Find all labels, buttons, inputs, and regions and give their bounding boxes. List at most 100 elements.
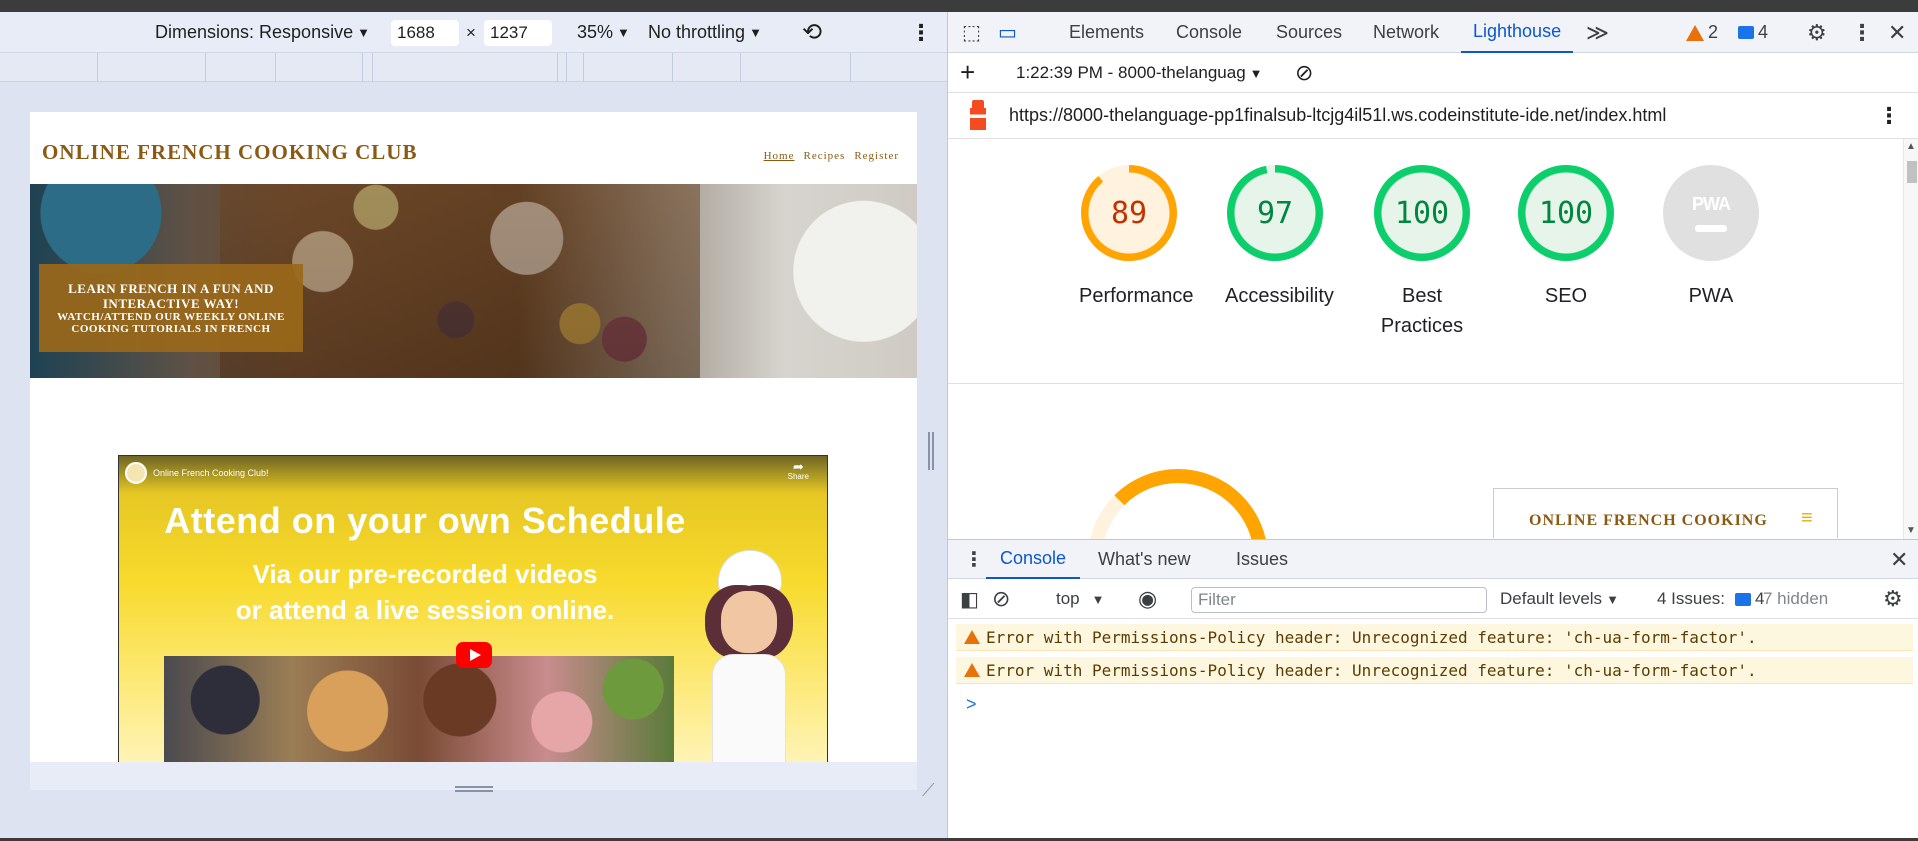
tab-lighthouse[interactable]: Lighthouse [1461,12,1574,53]
score-performance[interactable]: 89 Performance [1079,165,1194,311]
warning-icon [964,663,980,677]
chevron-down-icon: ▼ [1606,591,1619,607]
tab-console[interactable]: Console [1176,12,1242,53]
report-url-bar: https://8000-thelanguage-pp1finalsub-ltc… [948,93,1918,139]
width-input[interactable]: 1688 [391,19,459,46]
close-devtools-icon[interactable]: ✕ [1888,12,1906,53]
scroll-down-icon[interactable]: ▼ [1906,525,1916,536]
share-button[interactable]: ➦ Share [788,459,809,482]
media-query-ruler[interactable] [0,53,947,82]
hidden-count: 7 hidden [1763,589,1829,608]
hamburger-menu-icon: ≡ [1801,507,1813,529]
drawer-tab-console[interactable]: Console [986,540,1081,579]
more-tabs-icon[interactable]: ≫ [1586,12,1609,53]
height-field[interactable]: 1237 [484,12,552,53]
youtube-play-icon[interactable] [456,642,492,668]
chevron-down-icon: ▼ [1249,65,1263,81]
settings-gear-icon[interactable]: ⚙ [1807,12,1827,53]
video-food-image [164,656,674,762]
score-gauge: 100 [1374,165,1470,261]
scroll-up-icon[interactable]: ▲ [1906,141,1916,152]
sidebar-toggle-icon[interactable]: ◧ [960,579,979,619]
score-label: SEO [1544,285,1588,307]
report-selector[interactable]: 1:22:39 PM - 8000-thelanguag ▼ [1016,63,1263,83]
warning-icon [964,630,980,644]
inspect-element-icon[interactable]: ⬚ [962,12,981,53]
score-label: Performance [1079,285,1194,307]
dimensions-dropdown[interactable]: Dimensions: Responsive ▼ [155,12,370,53]
live-expression-eye-icon[interactable]: ◉ [1138,579,1157,619]
scrollbar-thumb[interactable] [1907,161,1917,183]
new-report-icon[interactable]: + [960,57,975,88]
tab-network[interactable]: Network [1373,12,1439,53]
score-accessibility[interactable]: 97 Accessibility [1225,165,1334,311]
share-icon: ➦ [792,459,804,474]
resize-handle-bottom[interactable] [455,786,493,792]
resize-corner-icon[interactable]: ⟋ [922,780,935,801]
hero-text-box: LEARN FRENCH IN A FUN AND INTERACTIVE WA… [39,264,303,352]
score-best-practices[interactable]: 100 Best Practices [1370,165,1474,341]
customize-menu-icon[interactable]: ⋮ [1851,12,1873,53]
drawer-tab-issues[interactable]: Issues [1236,540,1288,579]
console-warning-message[interactable]: Error with Permissions-Policy header: Un… [956,624,1913,651]
console-prompt[interactable]: > [966,694,977,715]
score-label: Best Practices [1380,285,1464,337]
score-seo[interactable]: 100 SEO [1516,165,1616,311]
nav-register[interactable]: Register [854,150,899,162]
score-pwa[interactable]: PWA PWA [1661,165,1761,311]
device-emulation-pane: Dimensions: Responsive ▼ 1688 × 1237 35% ▼… [0,12,947,838]
drawer-menu-icon[interactable]: ⋮ [964,540,984,579]
messages-counter[interactable]: 4 [1738,12,1768,53]
width-field[interactable]: 1688 [391,12,459,53]
close-drawer-icon[interactable]: ✕ [1890,540,1908,579]
site-nav: Home Recipes Register [764,150,899,162]
throttling-value: No throttling [648,22,746,42]
video-header: Online French Cooking Club! [119,456,827,490]
score-gauge: 100 [1518,165,1614,261]
rotate-icon[interactable]: ⟲ [802,12,822,53]
devtools-tabbar: ⬚ ▭ Elements Console Sources Network Lig… [948,12,1918,53]
console-settings-gear-icon[interactable]: ⚙ [1883,579,1903,619]
hero-subheading: WATCH/ATTEND OUR WEEKLY ONLINE COOKING T… [57,311,285,335]
device-toolbar: Dimensions: Responsive ▼ 1688 × 1237 35% ▼… [0,12,947,53]
issues-button[interactable]: 4 Issues: 4 [1657,579,1765,619]
zoom-value: 35% [577,22,614,42]
clear-reports-icon[interactable]: ⊘ [1295,60,1313,86]
nav-recipes[interactable]: Recipes [804,150,846,162]
clear-console-icon[interactable]: ⊘ [992,579,1010,619]
console-warning-message[interactable]: Error with Permissions-Policy header: Un… [956,657,1913,684]
warning-icon [1686,24,1704,41]
video-subheading: Via our pre-recorded videos or attend a … [235,559,615,625]
video-channel-title[interactable]: Online French Cooking Club! [153,468,269,478]
nav-home[interactable]: Home [764,150,795,162]
chevron-down-icon: ▼ [617,25,630,40]
embedded-video[interactable]: Online French Cooking Club! ➦ Share Atten… [118,455,828,762]
more-options-icon[interactable]: ⋮ [910,12,932,53]
hero-heading: LEARN FRENCH IN A FUN AND INTERACTIVE WA… [68,281,274,311]
report-scrollbar[interactable]: ▲ ▼ [1903,139,1918,539]
resize-handle-right[interactable] [928,432,934,470]
dimensions-label: Dimensions: Responsive [155,22,354,42]
report-menu-icon[interactable]: ⋮ [1878,103,1900,129]
chevron-down-icon: ▼ [1091,591,1105,607]
context-selector[interactable]: top ▼ [1056,579,1105,619]
device-toggle-icon[interactable]: ▭ [998,12,1017,53]
lighthouse-toolbar: + 1:22:39 PM - 8000-thelanguag ▼ ⊘ [948,53,1918,93]
zoom-dropdown[interactable]: 35% ▼ [577,12,630,53]
report-url[interactable]: https://8000-thelanguage-pp1finalsub-ltc… [1009,105,1666,126]
score-gauge: 97 [1227,165,1323,261]
log-levels-dropdown[interactable]: Default levels ▼ [1500,579,1619,619]
lighthouse-scores: 89 Performance 97 Accessibility 100 Best… [948,139,1903,384]
channel-avatar[interactable] [125,462,147,484]
window-top-edge [0,0,1918,12]
tab-sources[interactable]: Sources [1276,12,1342,53]
page-screenshot-thumbnail[interactable]: ONLINE FRENCH COOKING ≡ [1493,488,1838,538]
throttling-dropdown[interactable]: No throttling ▼ [648,12,762,53]
hero-image: LEARN FRENCH IN A FUN AND INTERACTIVE WA… [30,184,917,378]
height-input[interactable]: 1237 [484,19,552,46]
console-filter-input[interactable]: Filter [1191,587,1487,613]
devtools-panel: ⬚ ▭ Elements Console Sources Network Lig… [947,12,1918,838]
warnings-counter[interactable]: 2 [1686,12,1718,53]
tab-elements[interactable]: Elements [1069,12,1144,53]
drawer-tab-whats-new[interactable]: What's new [1098,540,1190,579]
